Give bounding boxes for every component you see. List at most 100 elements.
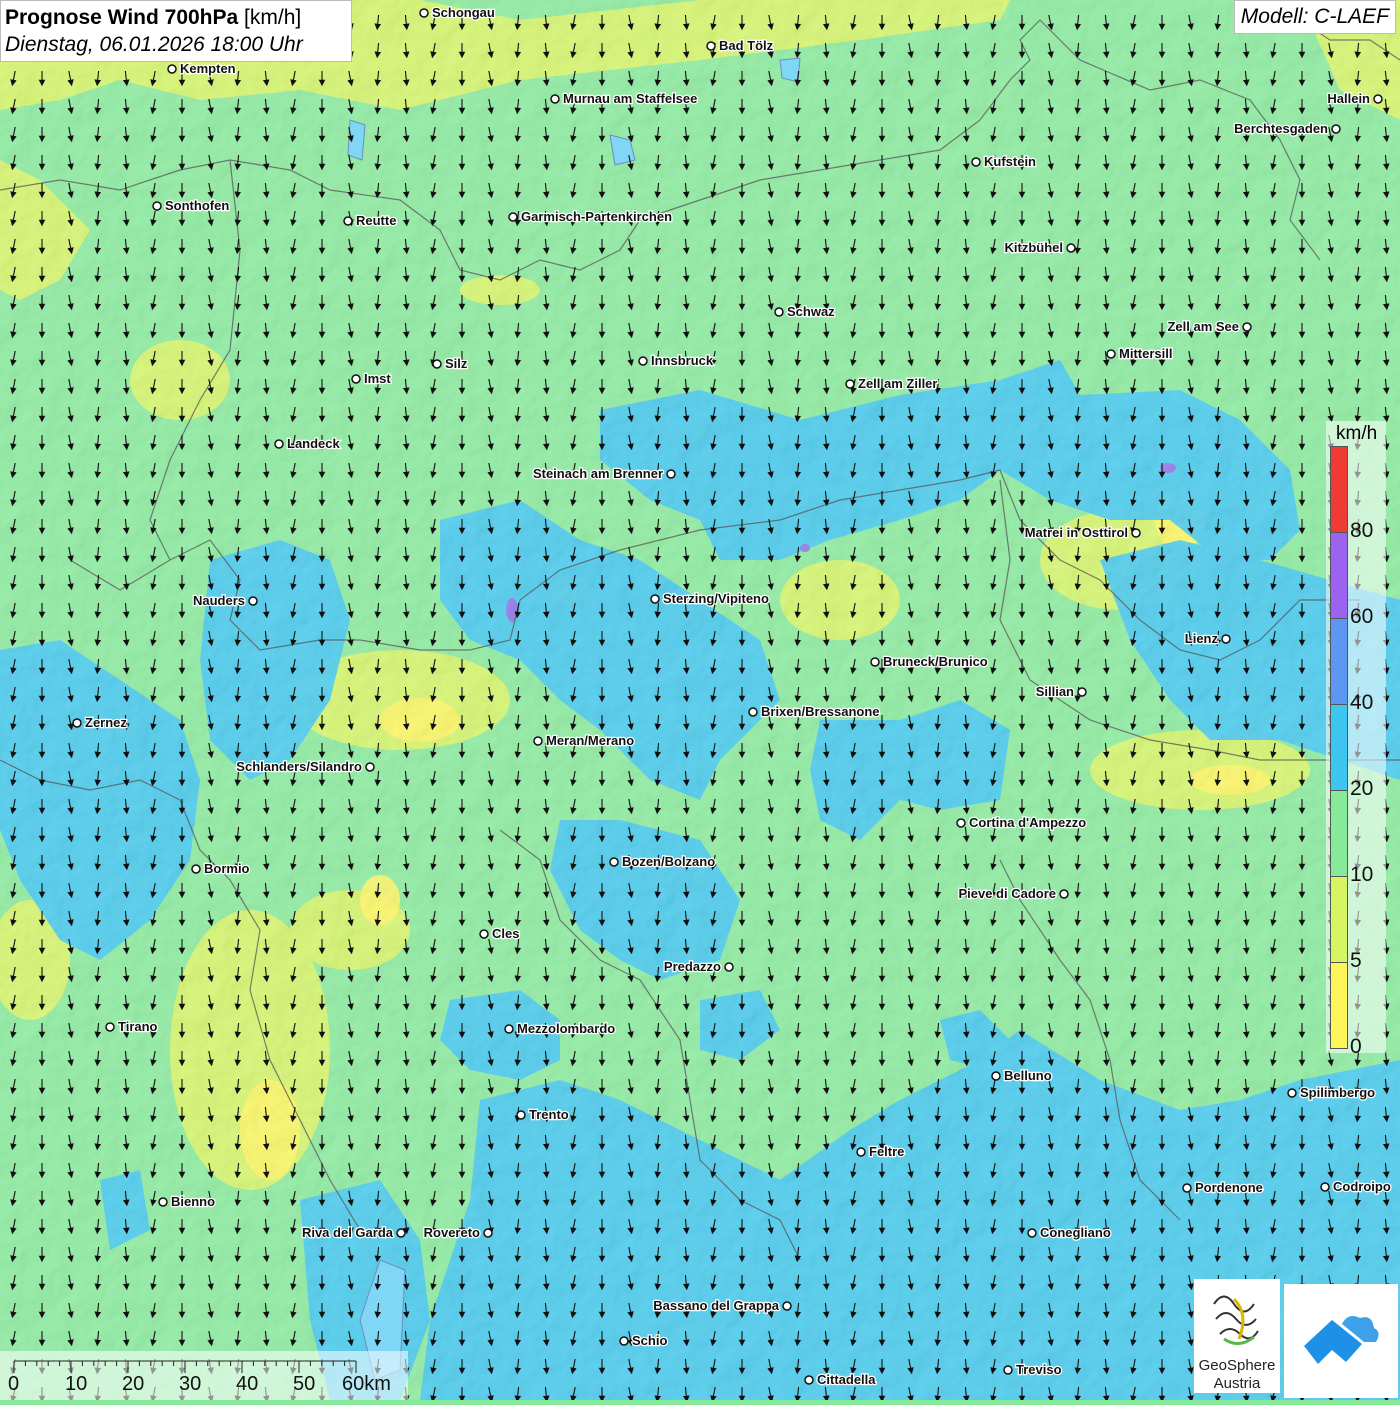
- city-marker[interactable]: Meran/Merano: [533, 732, 635, 749]
- city-label: Treviso: [1016, 1362, 1062, 1377]
- city-label: Bozen/Bolzano: [622, 854, 715, 869]
- legend-color-segment: [1330, 962, 1348, 1049]
- city-marker[interactable]: Riva del Garda: [301, 1224, 406, 1241]
- city-dot: [1059, 889, 1069, 899]
- city-marker[interactable]: Pordenone: [1182, 1179, 1264, 1196]
- city-label: Sillian: [1036, 684, 1074, 699]
- city-marker[interactable]: Conegliano: [1027, 1224, 1112, 1241]
- city-label: Bienno: [171, 1194, 215, 1209]
- city-dot: [666, 469, 676, 479]
- city-dot: [1131, 528, 1141, 538]
- city-marker[interactable]: Bozen/Bolzano: [609, 853, 716, 870]
- legend-tick-label: 40: [1350, 691, 1374, 714]
- legend-tick-label: 60: [1350, 605, 1374, 628]
- city-marker[interactable]: Innsbruck: [638, 352, 715, 369]
- city-dot: [870, 657, 880, 667]
- scale-label: 20: [122, 1373, 145, 1395]
- city-dot: [774, 307, 784, 317]
- color-legend: km/h 80 60 40 20 10 5 0: [1326, 421, 1386, 1058]
- city-dot: [1106, 349, 1116, 359]
- city-label: Imst: [364, 371, 391, 386]
- city-label: Schongau: [432, 5, 495, 20]
- city-label: Berchtesgaden: [1234, 121, 1328, 136]
- city-label: Schwaz: [787, 304, 835, 319]
- city-label: Cortina d'Ampezzo: [969, 815, 1086, 830]
- legend-color-segment: [1330, 790, 1348, 877]
- city-marker[interactable]: Spilimbergo: [1287, 1084, 1376, 1101]
- city-marker[interactable]: Schongau: [419, 4, 496, 21]
- city-marker[interactable]: Cortina d'Ampezzo: [956, 814, 1088, 831]
- city-dot: [533, 736, 543, 746]
- city-dot: [748, 707, 758, 717]
- city-label: Murnau am Staffelsee: [563, 91, 697, 106]
- city-label: Zell am Ziller: [858, 376, 937, 391]
- city-dot: [1003, 1365, 1013, 1375]
- wind-map[interactable]: Schongau Bad Tölz Kempten Murnau am Staffel…: [0, 0, 1400, 1400]
- legend-tick-label: 20: [1350, 777, 1374, 800]
- geosphere-logo: GeoSphere Austria: [1194, 1279, 1280, 1393]
- city-dot: [956, 818, 966, 828]
- geosphere-logo-line2: Austria: [1213, 1375, 1261, 1392]
- map-title-unit: [km/h]: [244, 6, 302, 29]
- scale-label: 30: [179, 1373, 202, 1395]
- city-label: Garmisch-Partenkirchen: [521, 209, 672, 224]
- city-dot: [483, 1228, 493, 1238]
- city-marker[interactable]: Matrei in Osttirol: [1023, 524, 1141, 541]
- city-label: Reutte: [356, 213, 396, 228]
- city-label: Pieve di Cadore: [958, 886, 1056, 901]
- city-marker[interactable]: Zell am See: [1166, 318, 1252, 335]
- city-dot: [782, 1301, 792, 1311]
- city-dot: [1320, 1182, 1330, 1192]
- city-label: Hallein: [1327, 91, 1370, 106]
- city-label: Steinach am Brenner: [533, 466, 663, 481]
- city-marker[interactable]: Sterzing/Vipiteno: [650, 590, 770, 607]
- city-label: Codroipo: [1333, 1179, 1391, 1194]
- city-dot: [274, 439, 284, 449]
- city-marker[interactable]: Sonthofen: [152, 197, 231, 214]
- app-logo[interactable]: [1284, 1284, 1398, 1398]
- city-marker[interactable]: Steinach am Brenner: [532, 465, 676, 482]
- scale-label: 10: [65, 1373, 88, 1395]
- legend-color-segment: [1330, 876, 1348, 963]
- legend-color-segment: [1330, 618, 1348, 705]
- city-label: Lienz: [1185, 631, 1219, 646]
- city-marker[interactable]: Mezzolombardo: [504, 1020, 617, 1037]
- scale-label: 0: [8, 1373, 20, 1395]
- city-marker[interactable]: Garmisch-Partenkirchen: [508, 208, 673, 225]
- city-marker[interactable]: Bruneck/Brunico: [870, 653, 989, 670]
- city-marker[interactable]: Zell am Ziller: [845, 375, 939, 392]
- city-label: Bassano del Grappa: [653, 1298, 779, 1313]
- city-dot: [1373, 94, 1383, 104]
- city-label: Riva del Garda: [302, 1225, 394, 1240]
- city-marker[interactable]: Murnau am Staffelsee: [550, 90, 699, 107]
- geosphere-logo-line1: GeoSphere: [1198, 1357, 1276, 1374]
- map-title-box: Prognose Wind 700hPa [km/h] Dienstag, 06…: [0, 0, 352, 62]
- city-dot: [638, 356, 648, 366]
- city-label: Meran/Merano: [546, 733, 634, 748]
- app-logo-icon: [1304, 1316, 1379, 1364]
- legend-tick-label: 5: [1350, 949, 1362, 972]
- city-dot: [991, 1071, 1001, 1081]
- city-marker[interactable]: Berchtesgaden: [1233, 120, 1341, 137]
- city-label: Trento: [529, 1107, 569, 1122]
- city-dot: [1242, 322, 1252, 332]
- city-dot: [432, 359, 442, 369]
- city-dot: [650, 594, 660, 604]
- city-dot: [72, 718, 82, 728]
- city-marker[interactable]: Pieve di Cadore: [957, 885, 1069, 902]
- city-dot: [724, 962, 734, 972]
- city-marker[interactable]: Brixen/Bressanone: [748, 703, 881, 720]
- city-dot: [105, 1022, 115, 1032]
- city-dot: [1027, 1228, 1037, 1238]
- city-marker[interactable]: Bassano del Grappa: [652, 1297, 792, 1314]
- legend-color-segment: [1330, 532, 1348, 619]
- city-label: Schio: [632, 1333, 667, 1348]
- city-label: Mezzolombardo: [517, 1021, 615, 1036]
- model-label: Modell: C-LAEF: [1233, 0, 1396, 34]
- city-dot: [343, 216, 353, 226]
- city-label: Spilimbergo: [1300, 1085, 1375, 1100]
- city-label: Cittadella: [817, 1372, 876, 1387]
- city-label: Mittersill: [1119, 346, 1172, 361]
- city-label: Zernez: [85, 715, 127, 730]
- city-marker[interactable]: Schlanders/Silandro: [235, 758, 375, 775]
